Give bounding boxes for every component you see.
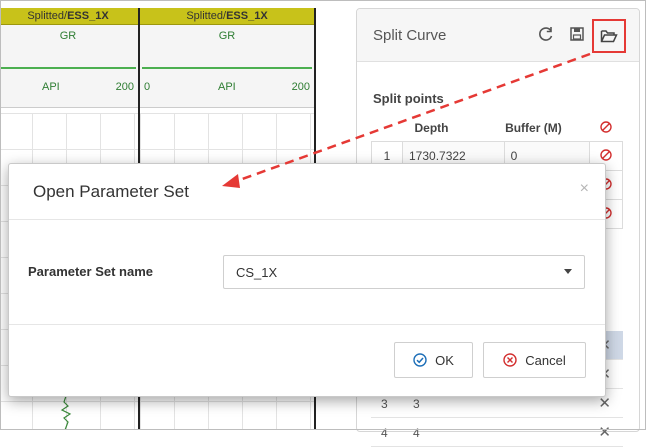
cancel-label: Cancel: [525, 352, 566, 368]
track-header[interactable]: GR 0 API 200: [140, 25, 314, 108]
split-points-label: Split points: [373, 91, 444, 106]
curve-line: [142, 67, 312, 69]
list-item-index: 4: [381, 426, 388, 440]
parameter-set-name-label: Parameter Set name: [28, 264, 154, 279]
scale-max: 200: [291, 81, 310, 93]
curve-name: GR: [59, 30, 77, 42]
refresh-button[interactable]: [535, 23, 557, 45]
open-parameter-set-button[interactable]: [592, 19, 626, 53]
curve-name: GR: [218, 30, 236, 42]
panel-header: Split Curve: [357, 9, 639, 62]
cancel-circle-icon: [503, 353, 517, 367]
check-circle-icon: [413, 353, 427, 367]
save-button[interactable]: [566, 23, 588, 45]
parameter-set-select[interactable]: CS_1X: [223, 255, 585, 289]
track-title-prefix: Splitted/: [27, 10, 68, 22]
remove-icon[interactable]: ✕: [598, 423, 611, 441]
open-folder-icon: [600, 30, 618, 43]
list-item[interactable]: 4 4 ✕: [371, 418, 623, 447]
gr-curve-trace: [60, 396, 72, 430]
open-parameter-set-dialog: Open Parameter Set × Parameter Set name …: [8, 163, 606, 397]
list-item-value: 3: [413, 397, 420, 411]
selected-value: CS_1X: [236, 265, 278, 280]
ok-label: OK: [435, 352, 454, 368]
header-divider: [9, 219, 605, 220]
track-title[interactable]: Splitted/ESS_1X: [140, 8, 314, 25]
curve-line: [0, 67, 136, 69]
list-item-index: 3: [381, 397, 388, 411]
ok-button[interactable]: OK: [394, 342, 473, 378]
list-item-value: 4: [413, 426, 420, 440]
scale-min: 0: [144, 81, 151, 93]
save-icon: [570, 27, 584, 41]
track-title-well: ESS_1X: [226, 10, 268, 22]
track-title-well: ESS_1X: [67, 10, 109, 22]
scale-unit: API: [218, 81, 236, 93]
panel-title: Split Curve: [373, 27, 447, 44]
col-buffer: Buffer (M): [505, 121, 562, 135]
cancel-button[interactable]: Cancel: [483, 342, 586, 378]
dialog-title: Open Parameter Set: [33, 182, 189, 201]
chevron-down-icon: [564, 269, 572, 274]
footer-divider: [9, 324, 605, 325]
ban-icon: [600, 120, 612, 133]
refresh-icon: [539, 27, 553, 41]
scale-row: API 200: [0, 81, 134, 95]
track-title-prefix: Splitted/: [186, 10, 227, 22]
scale-row: 0 API 200: [140, 81, 310, 95]
col-index: [372, 115, 403, 142]
clear-all-icon[interactable]: [590, 115, 623, 142]
close-icon[interactable]: ×: [580, 180, 589, 198]
scale-unit: API: [42, 81, 60, 93]
col-depth: Depth: [414, 121, 449, 135]
track-header[interactable]: GR API 200: [0, 25, 138, 108]
scale-max: 200: [115, 81, 134, 93]
track-title[interactable]: Splitted/ESS_1X: [0, 8, 138, 25]
